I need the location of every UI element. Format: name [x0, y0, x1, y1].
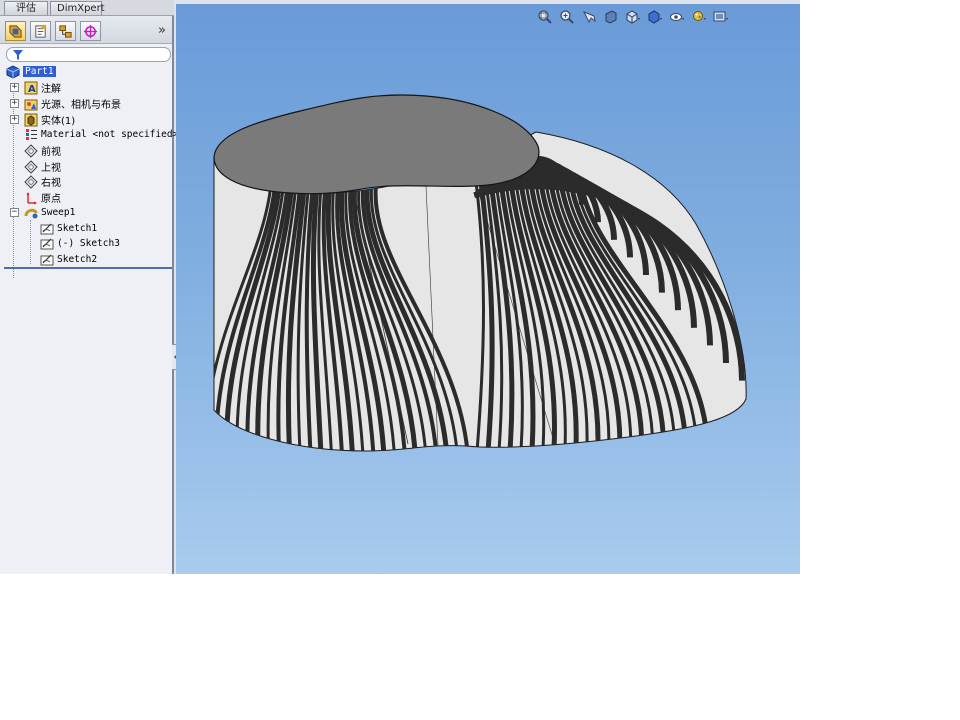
tree-root-label: Part1	[23, 66, 56, 77]
property-manager-tab[interactable]	[30, 21, 51, 41]
lights-cameras-icon	[24, 97, 38, 111]
feature-manager-icon	[9, 24, 22, 38]
tree-item-solid-bodies[interactable]: 实体(1)	[24, 112, 75, 127]
sketch-icon	[40, 237, 54, 251]
feature-manager-panel: » Part1 A 注解 + 光源、相机与布景 + 实体(1) + Materi…	[0, 16, 178, 574]
expand-lights-toggle[interactable]: +	[10, 99, 19, 108]
tree-item-material[interactable]: Material <not specified>	[24, 127, 178, 142]
sweep-icon	[24, 206, 38, 220]
expand-annotations-toggle[interactable]: +	[10, 83, 19, 92]
solid-bodies-icon	[24, 113, 38, 127]
material-icon	[24, 128, 38, 142]
panel-split-divider[interactable]	[4, 267, 172, 269]
tree-item-origin[interactable]: 原点	[24, 190, 61, 205]
tab-dimxpert[interactable]: DimXpert	[50, 1, 105, 15]
panel-toolbar: »	[0, 16, 172, 44]
origin-icon	[24, 191, 38, 205]
filter-icon	[13, 50, 23, 60]
tree-item-lights-cameras[interactable]: 光源、相机与布景	[24, 96, 121, 111]
property-manager-icon	[35, 24, 47, 38]
command-tab-bar: 评估 DimXpert	[0, 0, 174, 16]
tree-item-sketch3[interactable]: (-) Sketch3	[40, 236, 120, 251]
expand-solid-bodies-toggle[interactable]: +	[10, 115, 19, 124]
zebra-stripe-model[interactable]	[176, 4, 800, 574]
annotations-icon: A	[24, 81, 38, 95]
tree-item-sketch1[interactable]: Sketch1	[40, 221, 97, 236]
tree-filter-input[interactable]	[6, 47, 171, 62]
panel-more-button[interactable]: »	[158, 23, 166, 38]
tree-item-sketch2[interactable]: Sketch2	[40, 252, 97, 267]
tab-evaluate[interactable]: 评估	[4, 1, 48, 15]
tree-item-right-plane[interactable]: 右视	[24, 174, 61, 189]
tree-item-top-plane[interactable]: 上视	[24, 159, 61, 174]
model-top-face[interactable]	[213, 94, 540, 195]
tree-item-sweep[interactable]: Sweep1	[24, 205, 75, 220]
collapse-sweep-toggle[interactable]: −	[10, 208, 19, 217]
tree-root-part[interactable]: Part1	[6, 64, 56, 79]
solidworks-window: 评估 DimXpert » Part1 A 注解 + 光源、相机与布景 + 实体…	[0, 0, 800, 574]
svg-text:A: A	[28, 84, 36, 95]
sketch-icon	[40, 253, 54, 267]
plane-icon	[24, 143, 38, 158]
feature-manager-tab[interactable]	[5, 21, 26, 41]
plane-icon	[24, 174, 38, 189]
configuration-manager-tab[interactable]	[55, 21, 76, 41]
sketch-icon	[40, 222, 54, 236]
tree-item-annotations[interactable]: A 注解	[24, 80, 61, 95]
configuration-manager-icon	[59, 24, 72, 38]
dimxpert-manager-icon	[83, 24, 98, 38]
dimxpert-manager-tab[interactable]	[80, 21, 101, 41]
tree-item-front-plane[interactable]: 前视	[24, 143, 61, 158]
graphics-viewport[interactable]	[176, 4, 800, 574]
plane-icon	[24, 159, 38, 174]
part-icon	[6, 64, 20, 79]
